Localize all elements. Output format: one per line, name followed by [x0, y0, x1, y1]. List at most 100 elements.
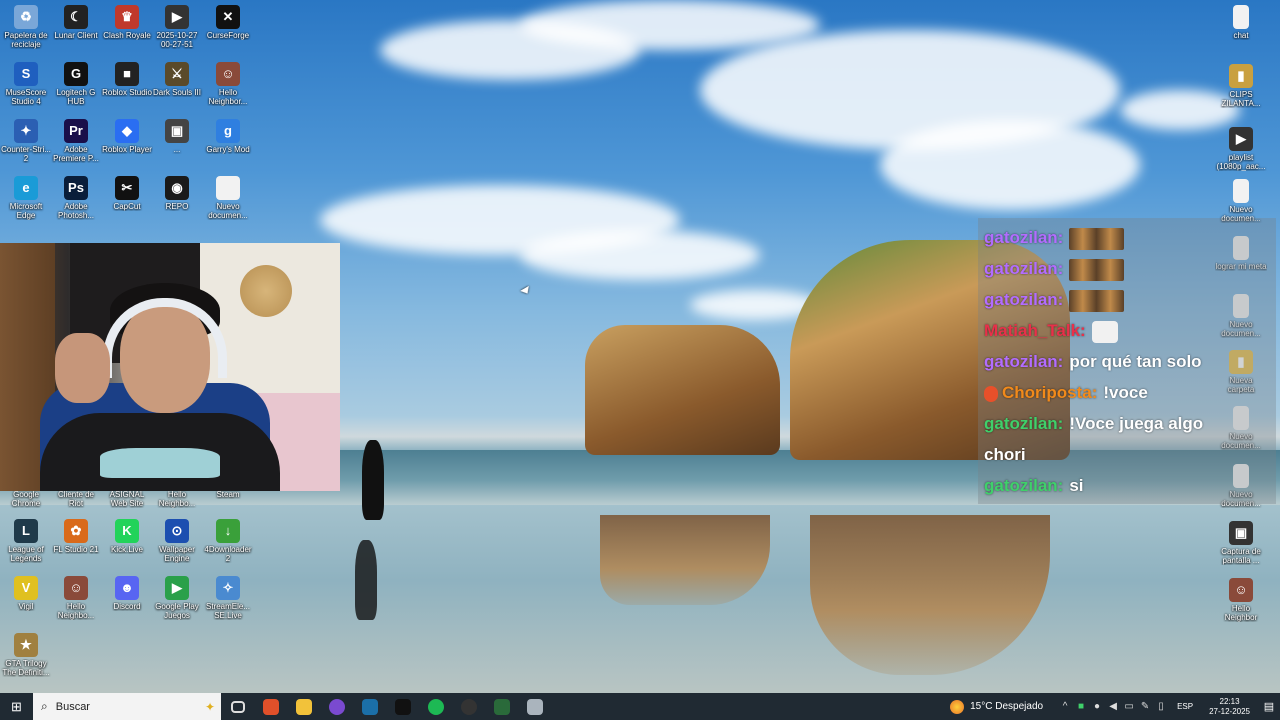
- taskbar-search-box[interactable]: ⌕ Buscar ✦: [33, 693, 221, 720]
- search-placeholder: Buscar: [55, 700, 90, 713]
- spotify-icon[interactable]: [419, 693, 452, 720]
- app-tray-icon[interactable]: ■: [1073, 701, 1089, 712]
- steam-icon[interactable]: [353, 693, 386, 720]
- brave-icon[interactable]: [254, 693, 287, 720]
- windows-start-icon[interactable]: ⊞: [0, 693, 33, 720]
- desktop-icon-label: FL Studio 21: [53, 545, 99, 554]
- weather-temp: 15°C: [970, 701, 993, 712]
- desktop-icon[interactable]: ⌂ASIGNAL Web Site: [101, 490, 153, 508]
- desktop-icon[interactable]: ↓ 4Downloader 2: [202, 519, 254, 563]
- desktop-icon[interactable]: ✿ FL Studio 21: [50, 519, 102, 554]
- desktop-icon[interactable]: ☾ Lunar Client: [50, 5, 102, 40]
- desktop-icon[interactable]: Pr Adobe Premiere P...: [50, 119, 102, 163]
- desktop-icon[interactable]: ◉ REPO: [151, 176, 203, 211]
- microphone-icon[interactable]: ●: [1089, 701, 1105, 712]
- desktop-icon-label: CLIPS ZILANTA...: [1221, 90, 1261, 108]
- desktop-icon[interactable]: ▶ 2025-10-27 00-27-51: [151, 5, 203, 49]
- counter-strike-icon: ✦: [14, 119, 38, 143]
- notification-icon[interactable]: ▤: [1258, 700, 1280, 713]
- desktop-icon[interactable]: L League of Legends: [0, 519, 52, 563]
- clock[interactable]: 22:13 27-12-2025: [1201, 697, 1258, 717]
- premiere-icon: Pr: [64, 119, 88, 143]
- speaker-icon[interactable]: ◀: [1105, 701, 1121, 712]
- desktop-icon[interactable]: V Vigil: [0, 576, 52, 611]
- desktop-icon[interactable]: e Microsoft Edge: [0, 176, 52, 220]
- desktop-icon[interactable]: ♛ Clash Royale: [101, 5, 153, 40]
- desktop-icon-label: ...: [173, 145, 181, 154]
- language-indicator[interactable]: ESP: [1169, 702, 1201, 711]
- desktop-icon[interactable]: Nuevo documen...: [202, 176, 254, 220]
- folder-window-icon[interactable]: [518, 693, 551, 720]
- browser-icon[interactable]: [320, 693, 353, 720]
- chat-text: por qué tan solo: [1069, 352, 1202, 371]
- network-icon[interactable]: ▭: [1121, 701, 1137, 712]
- desktop-icon-label: Roblox Player: [102, 145, 152, 154]
- desktop-icon[interactable]: chat: [1215, 5, 1267, 40]
- battery-app-icon[interactable]: [485, 693, 518, 720]
- battery-icon[interactable]: ▯: [1153, 701, 1169, 712]
- chat-text: !Voce juega algo: [1069, 414, 1204, 433]
- screenshot-file-icon: ▣: [1229, 521, 1253, 545]
- desktop-icon[interactable]: ☺Hello Neighbo...: [50, 576, 102, 620]
- desktop-icon-label: Hello Neighbo...: [158, 490, 196, 508]
- downloader-icon: ↓: [216, 519, 240, 543]
- desktop-icon[interactable]: Ps Adobe Photosh...: [50, 176, 102, 220]
- chat-message: chori: [984, 445, 1026, 465]
- clock-date: 27-12-2025: [1209, 706, 1250, 716]
- desktop-icon[interactable]: G Logitech G HUB: [50, 62, 102, 106]
- desktop-icon[interactable]: K Kick.Live: [101, 519, 153, 554]
- desktop-icon[interactable]: g Garry's Mod: [202, 119, 254, 154]
- clash-royale-icon: ♛: [115, 5, 139, 29]
- cat-emote-icon: [1091, 321, 1118, 343]
- desktop-icon[interactable]: ▣...: [151, 119, 203, 154]
- desktop-icon-label: Adobe Premiere P...: [53, 145, 99, 163]
- desktop-icon[interactable]: ✕ CurseForge: [202, 5, 254, 40]
- desktop-icon-label: Microsoft Edge: [9, 202, 43, 220]
- pen-icon[interactable]: ✎: [1137, 701, 1153, 712]
- taskbar-app-glyph: [427, 698, 444, 715]
- vigil-icon: V: [14, 576, 38, 600]
- desktop-icon[interactable]: ♻ Papelera de reciclaje: [0, 5, 52, 49]
- taskbar-app-glyph: [394, 698, 411, 715]
- desktop-icon[interactable]: ☺ Hello Neighbor...: [202, 62, 254, 106]
- desktop-icon[interactable]: ⊙ Wallpaper Engine: [151, 519, 203, 563]
- desktop-icon[interactable]: ✦ Counter-Stri... 2: [0, 119, 52, 163]
- chat-message: gatozilan:: [984, 259, 1125, 281]
- desktop-icon[interactable]: ▶ playlist (1080p_aac...: [1215, 127, 1267, 171]
- task-view-icon[interactable]: [221, 693, 254, 720]
- weather-widget[interactable]: 15°C Despejado: [950, 699, 1057, 714]
- desktop-icon[interactable]: ▶ Google Play Juegos: [151, 576, 203, 620]
- obs-icon[interactable]: [452, 693, 485, 720]
- file-explorer-icon[interactable]: [287, 693, 320, 720]
- desktop-icon[interactable]: ■ Roblox Studio: [101, 62, 153, 97]
- hello-neighbor-icon: ☺: [216, 62, 240, 86]
- lol-emote-icon: [1069, 290, 1125, 312]
- desktop-icon[interactable]: ☺Hello Neighbo...: [151, 490, 203, 508]
- desktop-icon[interactable]: ⚔ Dark Souls III: [151, 62, 203, 97]
- desktop-icon[interactable]: ☻ Discord: [101, 576, 153, 611]
- desktop-icon[interactable]: Nuevo documen...: [1215, 179, 1267, 223]
- desktop-icon[interactable]: ▣ Captura de pantalla ...: [1215, 521, 1267, 565]
- desktop-icon[interactable]: ☺ Hello Neighbor: [1215, 578, 1267, 622]
- desktop-icon[interactable]: S MuseScore Studio 4: [0, 62, 52, 106]
- desktop-icon[interactable]: ◎Google Chrome: [0, 490, 52, 508]
- text-document-icon: [1233, 5, 1249, 29]
- folder-icon: ▮: [1229, 64, 1253, 88]
- capcut-icon[interactable]: [386, 693, 419, 720]
- chevron-up-icon[interactable]: ^: [1057, 701, 1073, 712]
- desktop-icon[interactable]: ◆ Roblox Player: [101, 119, 153, 154]
- desktop-icon[interactable]: ✂ CapCut: [101, 176, 153, 211]
- desktop-icon-label: playlist (1080p_aac...: [1216, 153, 1266, 171]
- desktop-icon[interactable]: ★ GTA Trilogy The Definiti...: [0, 633, 52, 677]
- image-file-icon: ▣: [165, 119, 189, 143]
- chat-username: gatozilan:: [984, 259, 1064, 279]
- desktop-icon[interactable]: ✧ StreamEle... SE.Live: [202, 576, 254, 620]
- desktop-icon-label: REPO: [165, 202, 189, 211]
- desktop-icon[interactable]: ⚙Steam: [202, 490, 254, 499]
- fl-studio-icon: ✿: [64, 519, 88, 543]
- desktop-icon[interactable]: ▮ CLIPS ZILANTA...: [1215, 64, 1267, 108]
- desktop-icon[interactable]: RCliente de Riot: [50, 490, 102, 508]
- chat-text: chori: [984, 445, 1026, 464]
- taskbar-pinned-apps: [221, 693, 551, 720]
- lunar-client-icon: ☾: [64, 5, 88, 29]
